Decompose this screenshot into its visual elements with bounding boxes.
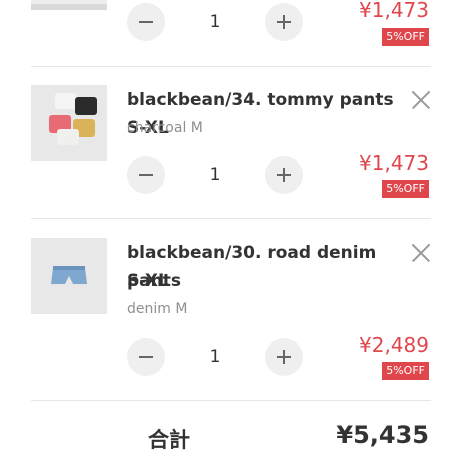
quantity-value[interactable]: 1	[165, 156, 265, 194]
decrease-quantity-button[interactable]	[127, 338, 165, 376]
remove-item-button[interactable]	[411, 243, 431, 263]
increase-quantity-button[interactable]	[265, 338, 303, 376]
discount-badge: 5%OFF	[382, 28, 429, 46]
product-thumbnail[interactable]	[31, 238, 107, 314]
product-variant: denim M	[127, 301, 188, 317]
quantity-stepper: 1	[127, 338, 303, 376]
decrease-quantity-button[interactable]	[127, 156, 165, 194]
quantity-stepper: 1	[127, 156, 303, 194]
remove-item-button[interactable]	[411, 90, 431, 110]
cart-list: 1 ¥1,473 5%OFF blackbean/34. tommy pants…	[0, 0, 460, 460]
quantity-value[interactable]: 1	[165, 338, 265, 376]
decrease-quantity-button[interactable]	[127, 3, 165, 41]
item-price: ¥2,489	[359, 333, 429, 357]
discount-badge: 5%OFF	[382, 362, 429, 380]
cart-item: blackbean/30. road denim pants S-XL deni…	[31, 219, 431, 399]
quantity-value[interactable]: 1	[165, 3, 265, 41]
discount-badge: 5%OFF	[382, 180, 429, 198]
minus-icon	[139, 21, 153, 23]
total-amount: ¥5,435	[336, 421, 429, 449]
product-variant: charcoal M	[127, 120, 203, 136]
total-divider	[31, 400, 431, 401]
product-thumbnail[interactable]	[31, 0, 107, 10]
product-name-line-2[interactable]: S-XL	[127, 267, 397, 295]
item-price: ¥1,473	[359, 151, 429, 175]
item-price: ¥1,473	[359, 0, 429, 22]
minus-icon	[139, 356, 153, 358]
increase-quantity-button[interactable]	[265, 156, 303, 194]
cart-item: 1 ¥1,473 5%OFF	[31, 0, 431, 65]
quantity-stepper: 1	[127, 3, 303, 41]
cart-item: blackbean/34. tommy pants S-XL charcoal …	[31, 66, 431, 218]
product-thumbnail[interactable]	[31, 85, 107, 161]
total-label: 合計	[148, 428, 190, 452]
increase-quantity-button[interactable]	[265, 3, 303, 41]
minus-icon	[139, 174, 153, 176]
